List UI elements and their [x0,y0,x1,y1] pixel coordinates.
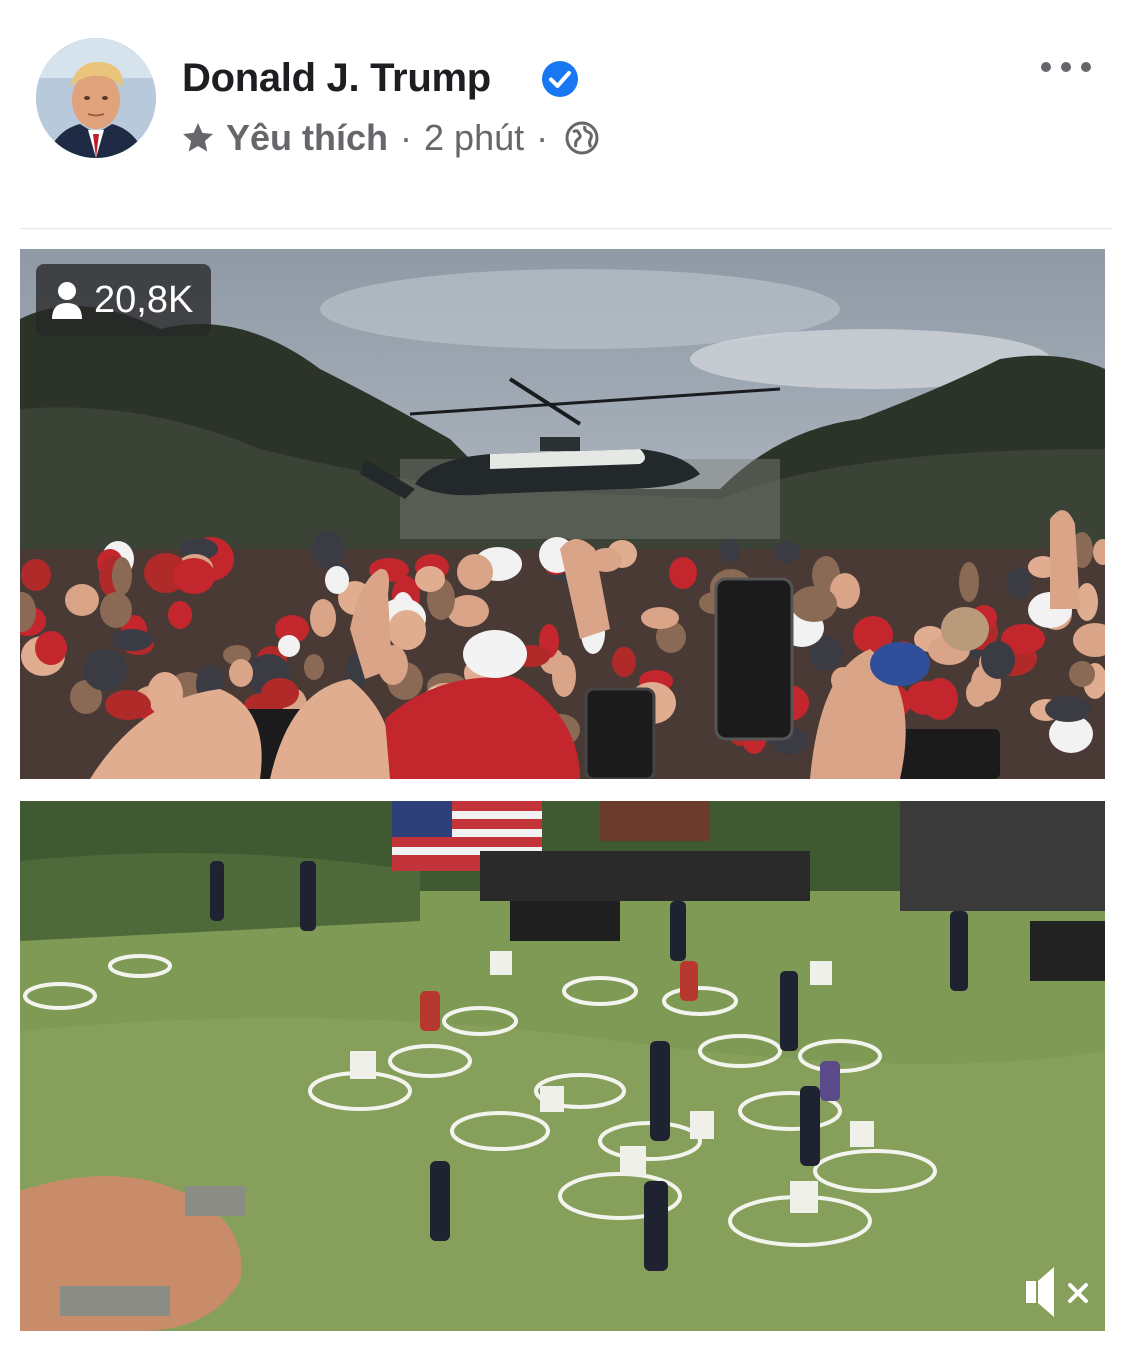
live-viewer-count: 20,8K [36,264,212,336]
viewer-count-text: 20,8K [94,278,194,321]
meta-separator: · [536,117,549,158]
post-header: Donald J. Trump Yêu thích · 2 phút · [0,0,1125,200]
mute-icon[interactable] [1020,1259,1100,1325]
facebook-post: Donald J. Trump Yêu thích · 2 phút · 20,… [0,0,1125,1348]
globe-icon [565,121,599,155]
person-icon [52,282,82,319]
more-options-icon[interactable] [1036,52,1096,82]
meta-separator: · [400,117,413,158]
video-player[interactable]: 20,8K [20,228,1112,1345]
author-name[interactable]: Donald J. Trump [182,56,491,101]
author-avatar[interactable] [36,38,156,158]
favorite-label[interactable]: Yêu thích [226,117,388,159]
post-meta: Yêu thích · 2 phút · [180,116,600,160]
verified-badge-icon [542,61,578,97]
star-icon [183,123,213,152]
post-time[interactable]: 2 phút [424,117,524,159]
video-frame-lawn-event [20,801,1105,1331]
